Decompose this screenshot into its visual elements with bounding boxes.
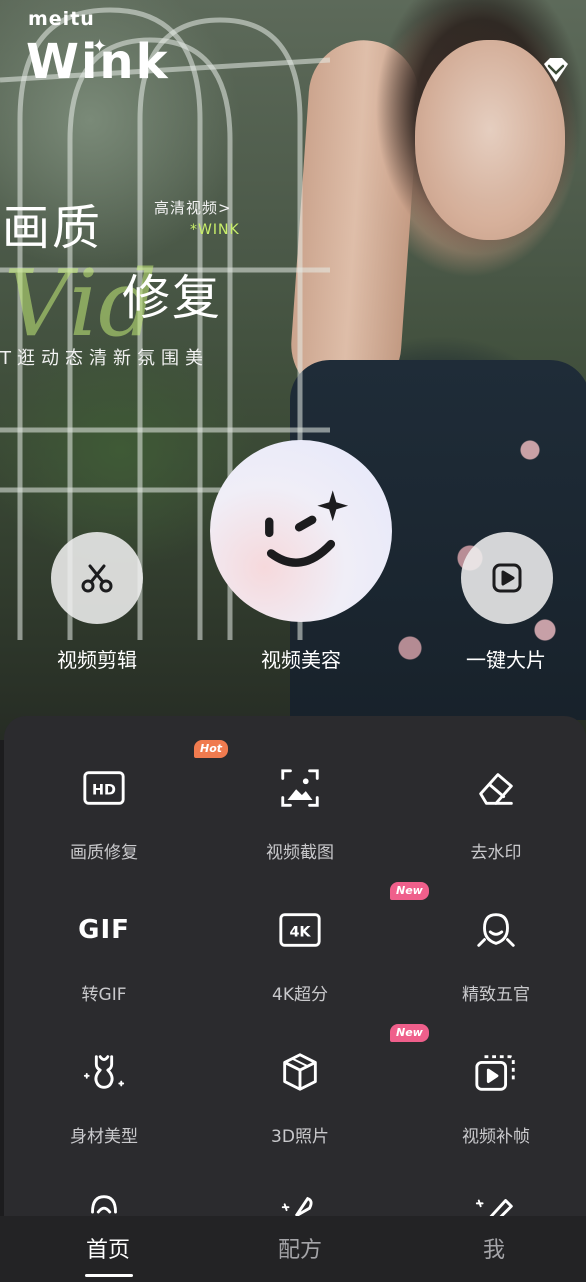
wink-face-icon xyxy=(265,490,349,567)
vip-diamond-icon[interactable] xyxy=(536,52,576,92)
tool-label: 去水印 xyxy=(470,843,522,863)
scissors-icon xyxy=(81,564,113,593)
hd-icon: HD Hot xyxy=(80,740,229,812)
tool-label: 3D照片 xyxy=(271,1127,329,1147)
bottom-nav: 首页 配方 我 xyxy=(0,1216,586,1282)
nav-me[interactable]: 我 xyxy=(434,1232,554,1264)
hero-small-text-2: *WINK xyxy=(190,222,240,238)
hero-banner[interactable]: meitu Wink ✦ Vid 画质 修复 高清视频> *WINK T逛动态清… xyxy=(0,0,586,740)
screenshot-frame-icon xyxy=(276,764,324,812)
tool-label: 精致五官 xyxy=(462,985,530,1005)
tool-video-screenshot[interactable]: 视频截图 xyxy=(202,764,398,884)
hero-subtitle: T逛动态清新氛围美 xyxy=(0,348,209,369)
tool-body-shape[interactable]: 身材美型 xyxy=(6,1048,202,1168)
tool-label: 视频截图 xyxy=(266,843,334,863)
cube-3d-icon: New xyxy=(276,1024,429,1096)
eraser-icon xyxy=(472,764,520,812)
one-click-film-label[interactable]: 一键大片 xyxy=(436,644,576,673)
tool-label: 身材美型 xyxy=(70,1127,138,1147)
video-edit-button[interactable] xyxy=(51,532,143,624)
tool-label: 4K超分 xyxy=(272,985,328,1005)
gif-icon: GIF xyxy=(78,915,130,945)
play-icon xyxy=(492,563,522,593)
logo-sparkle-icon: ✦ xyxy=(92,36,108,57)
4k-icon: 4K New xyxy=(276,882,429,954)
svg-text:4K: 4K xyxy=(289,925,311,941)
video-edit-label[interactable]: 视频剪辑 xyxy=(27,644,167,673)
face-contour-icon xyxy=(472,906,520,954)
tool-4k-upscale[interactable]: 4K New 4K超分 xyxy=(202,882,429,1026)
video-beauty-button[interactable] xyxy=(210,440,392,622)
tool-3d-photo[interactable]: New 3D照片 xyxy=(202,1024,429,1168)
nav-home[interactable]: 首页 xyxy=(48,1232,168,1264)
hero-small-text: 高清视频> xyxy=(154,199,232,217)
meitu-logo-text: meitu xyxy=(28,8,95,30)
tool-label: 画质修复 xyxy=(70,843,138,863)
one-click-film-button[interactable] xyxy=(461,532,553,624)
tool-frame-interpolation[interactable]: 视频补帧 xyxy=(398,1048,586,1168)
new-badge: New xyxy=(390,882,429,900)
new-badge: New xyxy=(390,1024,429,1042)
video-beauty-label[interactable]: 视频美容 xyxy=(231,644,371,673)
tool-remove-watermark[interactable]: 去水印 xyxy=(398,764,586,884)
tools-panel: HD Hot 画质修复 视频截图 去水印 GIF 转GIF 4K New 4K超… xyxy=(4,716,586,1236)
tool-hd-repair[interactable]: HD Hot 画质修复 xyxy=(6,740,229,884)
tool-label: 视频补帧 xyxy=(462,1127,530,1147)
tool-label: 转GIF xyxy=(81,985,127,1005)
nav-recipes[interactable]: 配方 xyxy=(240,1232,360,1264)
tool-refine-features[interactable]: 精致五官 xyxy=(398,906,586,1026)
hot-badge: Hot xyxy=(194,740,229,758)
tool-to-gif[interactable]: GIF 转GIF xyxy=(6,906,202,1026)
nav-active-indicator xyxy=(85,1274,133,1277)
hero-title-line1: 画质 xyxy=(2,200,103,256)
hero-title-line2: 修复 xyxy=(122,270,223,326)
frame-interp-icon xyxy=(472,1048,520,1096)
body-shape-icon xyxy=(80,1048,128,1096)
svg-text:HD: HD xyxy=(92,783,116,799)
